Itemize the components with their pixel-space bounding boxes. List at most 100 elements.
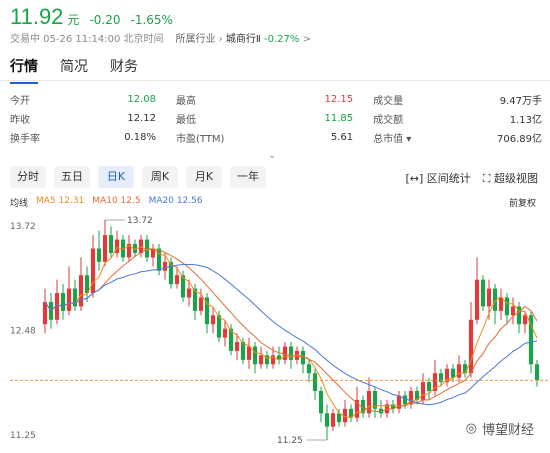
stat-value: 0.18% xyxy=(124,132,156,143)
stat-label: 换手率 xyxy=(10,134,40,145)
interval-stats-label: 区间统计 xyxy=(426,172,471,185)
y-tick-label: 12.48 xyxy=(10,326,36,336)
stat-value: 12.08 xyxy=(127,94,156,105)
stat-value: 1.13亿 xyxy=(509,115,542,126)
divider xyxy=(0,80,550,81)
expand-chevron-icon[interactable]: ⌄ xyxy=(268,150,276,161)
candle-body xyxy=(252,346,258,365)
period-5day[interactable]: 五日 xyxy=(54,166,90,188)
candle-body xyxy=(510,306,516,316)
candle-body xyxy=(282,346,288,360)
candle-body xyxy=(450,368,456,378)
candle-body xyxy=(174,275,180,285)
stat-label: 成交量 xyxy=(373,96,404,107)
watermark-text: 博望财经 xyxy=(481,423,534,438)
candle-body xyxy=(468,319,474,374)
industry-name: 城商行Ⅱ xyxy=(225,34,261,45)
candle-body xyxy=(402,395,408,405)
candle-body xyxy=(438,373,444,383)
stats-row: 今开 12.08 最高 12.15 成交量 9.47万手 xyxy=(10,90,542,109)
candle-body xyxy=(498,297,504,311)
candle-body xyxy=(210,315,216,325)
stat-value: 12.12 xyxy=(127,113,156,124)
candle-body xyxy=(312,373,318,392)
high-label: 13.72 xyxy=(127,216,153,226)
chevron-right-icon: › xyxy=(218,34,223,45)
period-weekly-k[interactable]: 周K xyxy=(142,166,178,188)
stat-value: 12.15 xyxy=(324,94,354,105)
stats-row: 昨收 12.12 最低 11.85 成交额 1.13亿 xyxy=(10,109,542,128)
candle-body xyxy=(102,235,108,262)
candle-body xyxy=(504,297,510,316)
candle-body xyxy=(288,346,294,360)
stat-label: 昨收 xyxy=(10,115,30,126)
candle-body xyxy=(186,288,192,298)
candle-body xyxy=(216,315,222,338)
candle-body xyxy=(222,328,228,338)
candle-body xyxy=(456,364,462,378)
candle-body xyxy=(426,382,432,392)
period-tabs: 分时 五日 日K 周K 月K 一年 xyxy=(10,166,266,188)
candle-body xyxy=(246,346,252,360)
candle-body xyxy=(420,382,426,400)
candle-body xyxy=(78,275,84,307)
stat-value: 11.85 xyxy=(324,113,354,124)
candle-body xyxy=(462,364,468,374)
arrow-right-icon: > xyxy=(302,34,311,45)
quote-meta: 交易中 05-26 11:14:00 北京时间 所属行业 › 城商行Ⅱ -0.2… xyxy=(10,30,311,45)
stats-row: 换手率 0.18% 市盈(TTM) 5.61 总市值 ▾ 706.89亿 xyxy=(10,128,542,147)
candle-body xyxy=(42,301,48,325)
stats-table: 今开 12.08 最高 12.15 成交量 9.47万手 昨收 12.12 最低… xyxy=(10,90,542,147)
stat-label: 今开 xyxy=(10,96,30,107)
quote-header: 11.92 元 -0.20 -1.65% xyxy=(10,4,173,29)
candle-body xyxy=(162,261,168,271)
candle-body xyxy=(258,355,264,365)
ma5-line xyxy=(44,245,538,419)
candle-body xyxy=(84,275,90,294)
stat-label: 最低 xyxy=(175,115,196,126)
price-change: -0.20 xyxy=(89,13,121,27)
candle-body xyxy=(198,297,204,311)
industry-change: -0.27% xyxy=(264,34,300,45)
last-price: 11.92 xyxy=(10,4,64,29)
candle-body xyxy=(534,364,540,381)
wechat-icon: ◎ xyxy=(465,421,477,436)
candle-body xyxy=(66,288,72,311)
candle-body xyxy=(108,235,114,253)
industry-link[interactable]: 所属行业 › 城商行Ⅱ -0.27% > xyxy=(176,30,311,45)
candle-body xyxy=(324,413,330,427)
y-tick-label: 13.72 xyxy=(10,222,36,232)
ma10-line xyxy=(44,248,538,412)
period-daily-k[interactable]: 日K xyxy=(98,166,134,188)
candle-body xyxy=(480,279,486,307)
candle-body xyxy=(306,364,312,374)
period-monthly-k[interactable]: 月K xyxy=(186,166,222,188)
period-one-year[interactable]: 一年 xyxy=(230,166,266,188)
price-change-pct: -1.65% xyxy=(130,13,173,27)
candle-body xyxy=(96,248,102,262)
market-cap-dropdown[interactable]: 总市值 ▾ xyxy=(373,128,451,147)
stat-value: 5.61 xyxy=(330,132,354,143)
stat-value: 9.47万手 xyxy=(499,96,542,107)
chart-tools: [↔] 区间统计 ⛶ 超级视图 xyxy=(405,170,538,186)
low-label: 11.25 xyxy=(277,436,303,446)
price-unit: 元 xyxy=(67,13,80,27)
expand-icon: ⛶ xyxy=(482,172,491,185)
super-view-label: 超级视图 xyxy=(494,172,538,185)
candle-body xyxy=(234,342,240,351)
kline-chart[interactable]: 13.72 12.48 11.25 13.72 11.25 xyxy=(0,208,550,453)
candle-body xyxy=(522,315,528,325)
stat-label: 市盈(TTM) xyxy=(175,134,225,145)
candle-body xyxy=(486,288,492,307)
industry-label: 所属行业 xyxy=(175,34,216,45)
super-view-button[interactable]: ⛶ 超级视图 xyxy=(483,170,538,186)
y-tick-label: 11.25 xyxy=(10,431,36,441)
candle-body xyxy=(60,293,66,311)
candle-body xyxy=(474,279,480,320)
ma20-line xyxy=(44,264,538,406)
interval-stats-button[interactable]: [↔] 区间统计 xyxy=(405,170,470,186)
stat-value: 706.89亿 xyxy=(497,134,542,145)
trade-status: 交易中 05-26 11:14:00 北京时间 xyxy=(10,34,164,45)
period-intraday[interactable]: 分时 xyxy=(10,166,46,188)
candle-body xyxy=(318,391,324,414)
